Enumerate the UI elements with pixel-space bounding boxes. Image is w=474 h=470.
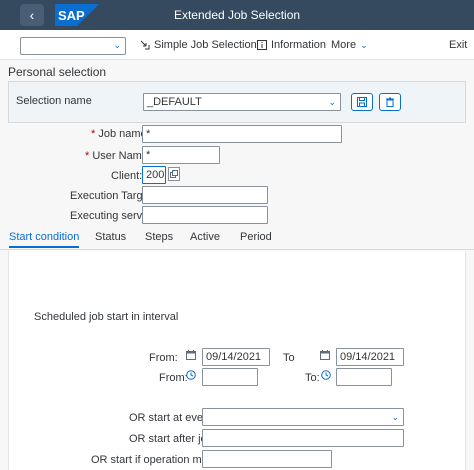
save-icon <box>357 97 367 107</box>
transform-icon <box>140 40 150 50</box>
selection-name-select[interactable]: _DEFAULT ⌄ <box>143 93 341 111</box>
chevron-down-icon: ⌄ <box>113 40 121 50</box>
from-time-label: From: <box>159 372 188 384</box>
trash-icon <box>386 97 394 107</box>
more-label: More <box>331 39 357 51</box>
value-help-button[interactable] <box>168 167 180 181</box>
calendar-icon[interactable] <box>186 350 196 360</box>
start-after-job-input[interactable] <box>202 429 404 447</box>
from-date-label: From: <box>149 352 178 364</box>
toolbar: ⌄ Simple Job Selection Information More … <box>0 30 474 60</box>
executing-server-input[interactable] <box>142 206 268 224</box>
save-selection-button[interactable] <box>351 93 373 111</box>
tab-active[interactable]: Active <box>190 231 220 243</box>
tab-bar: Start condition Status Steps Active Peri… <box>0 228 474 250</box>
more-button[interactable]: More ⌄ <box>331 39 368 51</box>
clock-icon[interactable] <box>186 370 196 380</box>
page-title: Extended Job Selection <box>173 8 301 22</box>
to-date-input[interactable]: 09/14/2021 <box>336 348 404 366</box>
simple-job-selection-button[interactable]: Simple Job Selection <box>140 39 257 51</box>
chevron-down-icon: ⌄ <box>328 97 336 107</box>
exit-button[interactable]: Exit <box>449 39 467 51</box>
simple-job-selection-label: Simple Job Selection <box>154 39 257 51</box>
execution-target-input[interactable] <box>142 186 268 204</box>
tab-steps[interactable]: Steps <box>145 231 173 243</box>
information-button[interactable]: Information <box>257 39 326 51</box>
chevron-down-icon: ⌄ <box>391 412 399 422</box>
calendar-icon[interactable] <box>320 350 330 360</box>
interval-heading: Scheduled job start in interval <box>34 311 179 323</box>
shell-bar: ‹ SAP Extended Job Selection <box>0 0 474 30</box>
start-condition-panel: Scheduled job start in interval From: 09… <box>8 251 466 470</box>
selection-name-label: Selection name <box>16 95 92 107</box>
from-time-input[interactable] <box>202 368 258 386</box>
tab-start-condition[interactable]: Start condition <box>9 231 80 248</box>
selection-name-value: _DEFAULT <box>147 96 202 108</box>
copy-icon <box>170 170 178 178</box>
information-label: Information <box>271 39 327 51</box>
user-name-input[interactable]: * <box>142 146 220 164</box>
tab-period[interactable]: Period <box>240 231 272 243</box>
client-label: Client: <box>111 170 143 182</box>
start-at-event-select[interactable]: ⌄ <box>202 408 404 426</box>
variant-select[interactable]: ⌄ <box>20 37 126 55</box>
to-date-label: To <box>283 352 295 364</box>
delete-selection-button[interactable] <box>379 93 401 111</box>
to-time-input[interactable] <box>336 368 392 386</box>
chevron-down-icon: ⌄ <box>360 39 368 50</box>
to-time-label: To: <box>305 372 320 384</box>
start-op-mode-input[interactable] <box>202 450 332 468</box>
from-date-input[interactable]: 09/14/2021 <box>202 348 270 366</box>
clock-icon[interactable] <box>321 370 331 380</box>
job-name-label: * Job name: <box>91 128 150 140</box>
client-input[interactable]: 200 <box>142 166 166 184</box>
personal-selection-box: Selection name _DEFAULT ⌄ <box>8 81 466 123</box>
personal-selection-title: Personal selection <box>8 65 107 79</box>
job-name-input[interactable]: * <box>142 125 342 143</box>
info-icon <box>257 40 267 50</box>
exit-label: Exit <box>449 39 468 51</box>
tab-status[interactable]: Status <box>95 231 126 243</box>
content-area: Personal selection Selection name _DEFAU… <box>0 60 474 470</box>
